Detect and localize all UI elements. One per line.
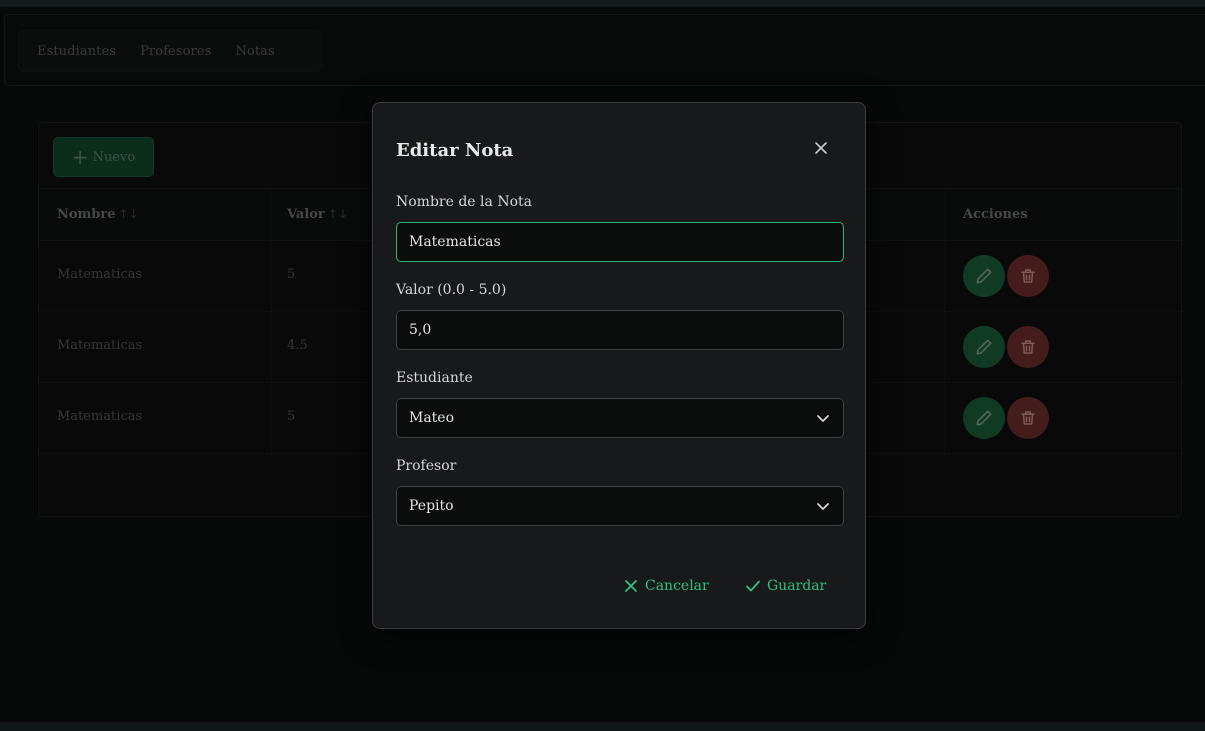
nombre-input[interactable]: Matematicas	[396, 222, 844, 262]
profesor-select[interactable]: Pepito	[396, 486, 844, 526]
valor-input-value: 5,0	[409, 322, 432, 338]
dialog-title: Editar Nota	[396, 140, 514, 161]
cancel-button-label: Cancelar	[645, 578, 709, 594]
profesor-select-value: Pepito	[409, 498, 454, 514]
valor-input[interactable]: 5,0	[396, 310, 844, 350]
chevron-down-icon	[815, 410, 831, 426]
close-icon	[815, 142, 827, 154]
check-icon	[746, 580, 760, 592]
estudiante-select[interactable]: Mateo	[396, 398, 844, 438]
edit-nota-dialog: Editar Nota Nombre de la Nota Matematica…	[372, 102, 866, 629]
close-icon	[625, 580, 637, 592]
cancel-button[interactable]: Cancelar	[623, 574, 709, 598]
nombre-label: Nombre de la Nota	[396, 194, 532, 210]
estudiante-label: Estudiante	[396, 370, 473, 386]
estudiante-select-value: Mateo	[409, 410, 455, 426]
close-button[interactable]	[809, 136, 833, 160]
save-button[interactable]: Guardar	[745, 574, 826, 598]
valor-label: Valor (0.0 - 5.0)	[396, 282, 507, 298]
chevron-down-icon	[815, 498, 831, 514]
nombre-input-value: Matematicas	[409, 234, 501, 250]
save-button-label: Guardar	[767, 578, 827, 594]
profesor-label: Profesor	[396, 458, 457, 474]
